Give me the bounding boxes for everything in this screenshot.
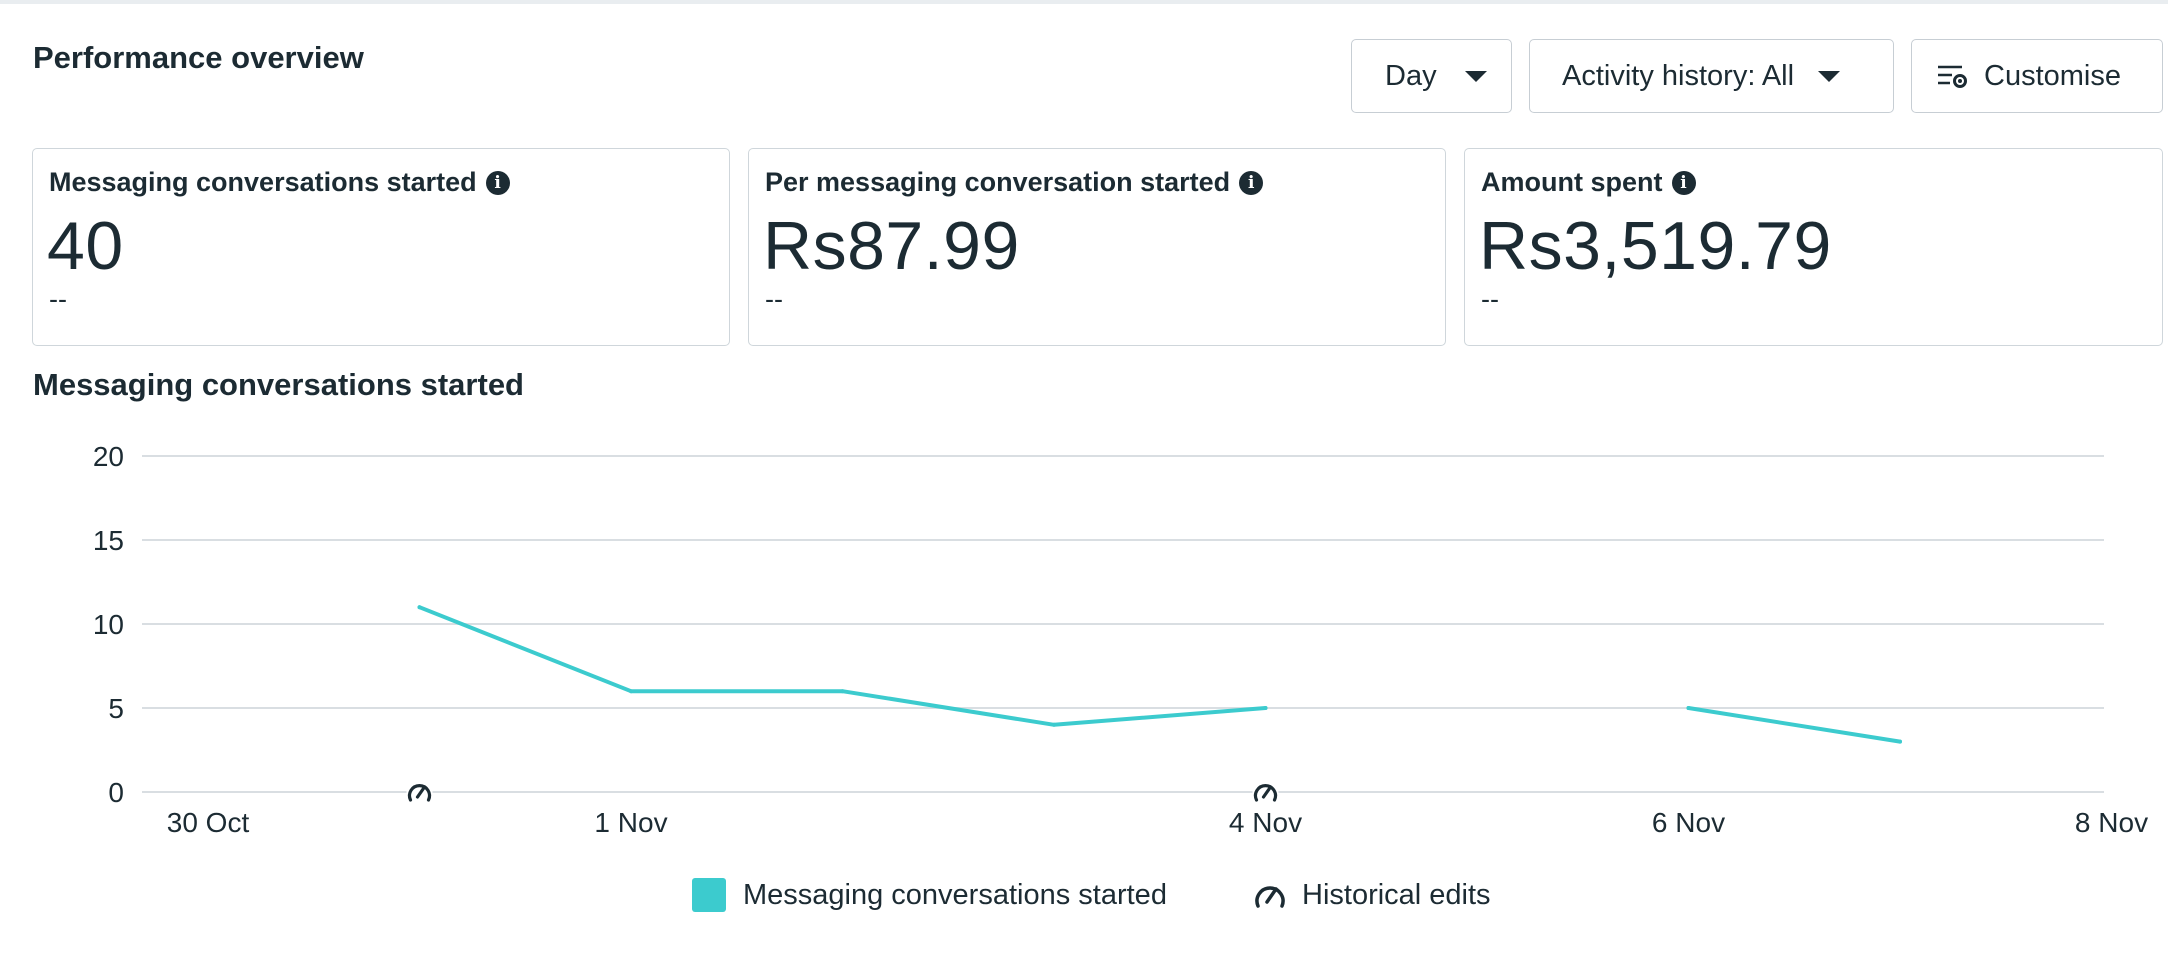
data-point xyxy=(1263,706,1268,710)
y-tick-label: 5 xyxy=(108,693,124,724)
historical-edits-icon xyxy=(1252,878,1288,912)
historical-edit-marker-icon[interactable] xyxy=(1252,779,1279,805)
series-line xyxy=(1686,706,1902,744)
y-tick-label: 10 xyxy=(93,609,124,640)
data-point xyxy=(1898,739,1902,744)
legend-historical-edits[interactable]: Historical edits xyxy=(1252,878,1491,912)
x-tick-label: 4 Nov xyxy=(1229,807,1302,838)
legend-series[interactable]: Messaging conversations started xyxy=(692,878,1167,912)
series-swatch xyxy=(692,878,726,912)
legend-series-label: Messaging conversations started xyxy=(743,878,1167,911)
x-tick-label: 8 Nov xyxy=(2075,807,2148,838)
data-point xyxy=(1052,722,1056,727)
data-point xyxy=(1686,706,1691,710)
data-point xyxy=(417,605,422,610)
line-chart: 0 5 10 15 20 30 Oct 1 Nov 4 Nov 6 Nov 8 Nov xyxy=(93,441,2148,838)
x-tick-label: 6 Nov xyxy=(1652,807,1725,838)
data-point xyxy=(629,689,633,694)
y-tick-label: 15 xyxy=(93,525,124,556)
historical-edit-marker-icon[interactable] xyxy=(406,779,433,805)
data-point xyxy=(840,689,845,694)
x-tick-label: 1 Nov xyxy=(594,807,667,838)
y-tick-label: 0 xyxy=(108,777,124,808)
y-tick-label: 20 xyxy=(93,441,124,472)
legend-edits-label: Historical edits xyxy=(1302,878,1491,911)
x-tick-label: 30 Oct xyxy=(167,807,250,838)
